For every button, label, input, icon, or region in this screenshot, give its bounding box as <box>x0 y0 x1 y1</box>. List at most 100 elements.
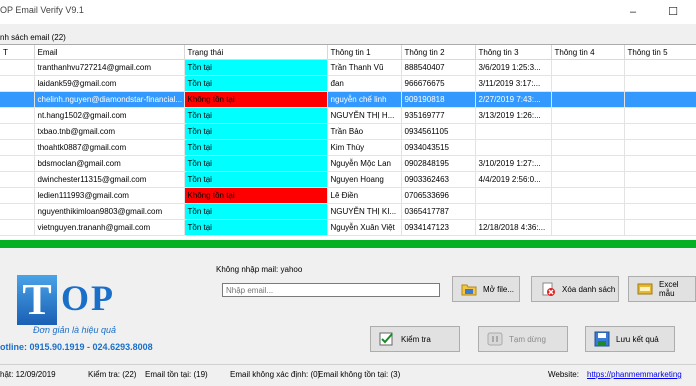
column-header-info5[interactable]: Thông tin 5 <box>624 45 696 60</box>
info3-cell[interactable] <box>475 187 552 204</box>
status-cell[interactable]: Tồn tại <box>184 219 328 236</box>
column-header-stt[interactable]: T <box>0 45 35 60</box>
column-header-info1[interactable]: Thông tin 1 <box>327 45 402 60</box>
info1-cell[interactable]: Nguyễn Xuân Việt <box>327 219 402 236</box>
email-cell[interactable]: ledien111993@gmail.com <box>34 187 185 204</box>
info5-cell[interactable] <box>624 107 696 124</box>
table-row[interactable]: chelinh.nguyen@diamondstar-financial... K… <box>0 91 696 108</box>
email-cell[interactable]: nt.hang1502@gmail.com <box>34 107 185 124</box>
website-link[interactable]: https://phanmemmarketing <box>587 370 682 379</box>
info1-cell[interactable]: NGUYỄN THỊ H... <box>327 107 402 124</box>
excel-template-button[interactable]: Excel mẫu <box>628 276 696 302</box>
info2-cell[interactable]: 0934043515 <box>401 139 476 156</box>
email-cell[interactable]: vietnguyen.trananh@gmail.com <box>34 219 185 236</box>
row-number-cell[interactable] <box>0 139 35 156</box>
info2-cell[interactable]: 966676675 <box>401 75 476 92</box>
info3-cell[interactable] <box>475 123 552 140</box>
row-number-cell[interactable] <box>0 91 35 108</box>
info1-cell[interactable]: Nguyễn Mộc Lan <box>327 155 402 172</box>
info5-cell[interactable] <box>624 91 696 108</box>
row-number-cell[interactable] <box>0 155 35 172</box>
status-cell[interactable]: Tồn tại <box>184 155 328 172</box>
info5-cell[interactable] <box>624 59 696 76</box>
info2-cell[interactable]: 909190818 <box>401 91 476 108</box>
email-cell[interactable]: thoahtk0887@gmail.com <box>34 139 185 156</box>
info2-cell[interactable]: 0902848195 <box>401 155 476 172</box>
info2-cell[interactable]: 888540407 <box>401 59 476 76</box>
email-cell[interactable]: txbao.tnb@gmail.com <box>34 123 185 140</box>
info4-cell[interactable] <box>551 139 625 156</box>
status-cell[interactable]: Tồn tại <box>184 171 328 188</box>
info4-cell[interactable] <box>551 91 625 108</box>
status-cell[interactable]: Tồn tại <box>184 59 328 76</box>
row-number-cell[interactable] <box>0 75 35 92</box>
info4-cell[interactable] <box>551 155 625 172</box>
stop-button[interactable]: Tạm dừng <box>478 326 568 352</box>
open-file-button[interactable]: Mở file... <box>452 276 520 302</box>
info5-cell[interactable] <box>624 139 696 156</box>
info5-cell[interactable] <box>624 203 696 220</box>
status-cell[interactable]: Tồn tại <box>184 203 328 220</box>
info3-cell[interactable] <box>475 139 552 156</box>
info4-cell[interactable] <box>551 187 625 204</box>
info1-cell[interactable]: Nguyen Hoang <box>327 171 402 188</box>
table-row[interactable]: txbao.tnb@gmail.com Tồn tại Trần Bảo 093456… <box>0 123 696 140</box>
row-number-cell[interactable] <box>0 59 35 76</box>
status-cell[interactable]: Không tồn tại <box>184 91 328 108</box>
info5-cell[interactable] <box>624 171 696 188</box>
info3-cell[interactable]: 3/6/2019 1:25:3... <box>475 59 552 76</box>
table-row[interactable]: dwinchester11315@gmail.com Tồn tại Nguyen … <box>0 171 696 188</box>
table-row[interactable]: nt.hang1502@gmail.com Tồn tại NGUYỄN THỊ H… <box>0 107 696 124</box>
info1-cell[interactable]: NGUYỄN THỊ KI... <box>327 203 402 220</box>
info4-cell[interactable] <box>551 219 625 236</box>
save-results-button[interactable]: Lưu kết quả <box>585 326 675 352</box>
info4-cell[interactable] <box>551 171 625 188</box>
info3-cell[interactable] <box>475 203 552 220</box>
info5-cell[interactable] <box>624 75 696 92</box>
info1-cell[interactable]: Trần Thanh Vũ <box>327 59 402 76</box>
table-row[interactable]: laidank59@gmail.com Tồn tại đan 966676675 3/… <box>0 75 696 92</box>
column-header-info3[interactable]: Thông tin 3 <box>475 45 552 60</box>
email-cell[interactable]: bdsmoclan@gmail.com <box>34 155 185 172</box>
info4-cell[interactable] <box>551 123 625 140</box>
row-number-cell[interactable] <box>0 107 35 124</box>
status-cell[interactable]: Tồn tại <box>184 75 328 92</box>
email-cell[interactable]: nguyenthikimloan9803@gmail.com <box>34 203 185 220</box>
column-header-status[interactable]: Trạng thái <box>184 45 328 60</box>
check-button[interactable]: Kiểm tra <box>370 326 460 352</box>
email-cell[interactable]: chelinh.nguyen@diamondstar-financial... <box>34 91 185 108</box>
info3-cell[interactable]: 3/10/2019 1:27:... <box>475 155 552 172</box>
info5-cell[interactable] <box>624 187 696 204</box>
info1-cell[interactable]: Trần Bảo <box>327 123 402 140</box>
info5-cell[interactable] <box>624 155 696 172</box>
table-row[interactable]: nguyenthikimloan9803@gmail.com Tồn tại NGU… <box>0 203 696 220</box>
info5-cell[interactable] <box>624 123 696 140</box>
column-header-info2[interactable]: Thông tin 2 <box>401 45 476 60</box>
info2-cell[interactable]: 0903362463 <box>401 171 476 188</box>
info2-cell[interactable]: 935169777 <box>401 107 476 124</box>
info2-cell[interactable]: 0934561105 <box>401 123 476 140</box>
table-row[interactable]: tranthanhvu727214@gmail.com Tồn tại Trần T… <box>0 59 696 76</box>
info3-cell[interactable]: 12/18/2018 4:36:... <box>475 219 552 236</box>
clear-list-button[interactable]: Xóa danh sách <box>531 276 619 302</box>
column-header-email[interactable]: Email <box>34 45 185 60</box>
info4-cell[interactable] <box>551 75 625 92</box>
status-cell[interactable]: Tồn tại <box>184 123 328 140</box>
info2-cell[interactable]: 0706533696 <box>401 187 476 204</box>
table-row[interactable]: vietnguyen.trananh@gmail.com Tồn tại Nguyễ… <box>0 219 696 236</box>
maximize-button[interactable]: ☐ <box>658 3 688 21</box>
column-header-info4[interactable]: Thông tin 4 <box>551 45 625 60</box>
info2-cell[interactable]: 0934147123 <box>401 219 476 236</box>
row-number-cell[interactable] <box>0 123 35 140</box>
info1-cell[interactable]: nguyễn chế linh <box>327 91 402 108</box>
row-number-cell[interactable] <box>0 219 35 236</box>
row-number-cell[interactable] <box>0 171 35 188</box>
info2-cell[interactable]: 0365417787 <box>401 203 476 220</box>
minimize-button[interactable]: – <box>618 3 648 21</box>
info1-cell[interactable]: Kim Thùy <box>327 139 402 156</box>
info3-cell[interactable]: 3/11/2019 3:17:... <box>475 75 552 92</box>
email-input[interactable] <box>222 283 440 297</box>
email-cell[interactable]: dwinchester11315@gmail.com <box>34 171 185 188</box>
info4-cell[interactable] <box>551 107 625 124</box>
table-row[interactable]: bdsmoclan@gmail.com Tồn tại Nguyễn Mộc Lan… <box>0 155 696 172</box>
